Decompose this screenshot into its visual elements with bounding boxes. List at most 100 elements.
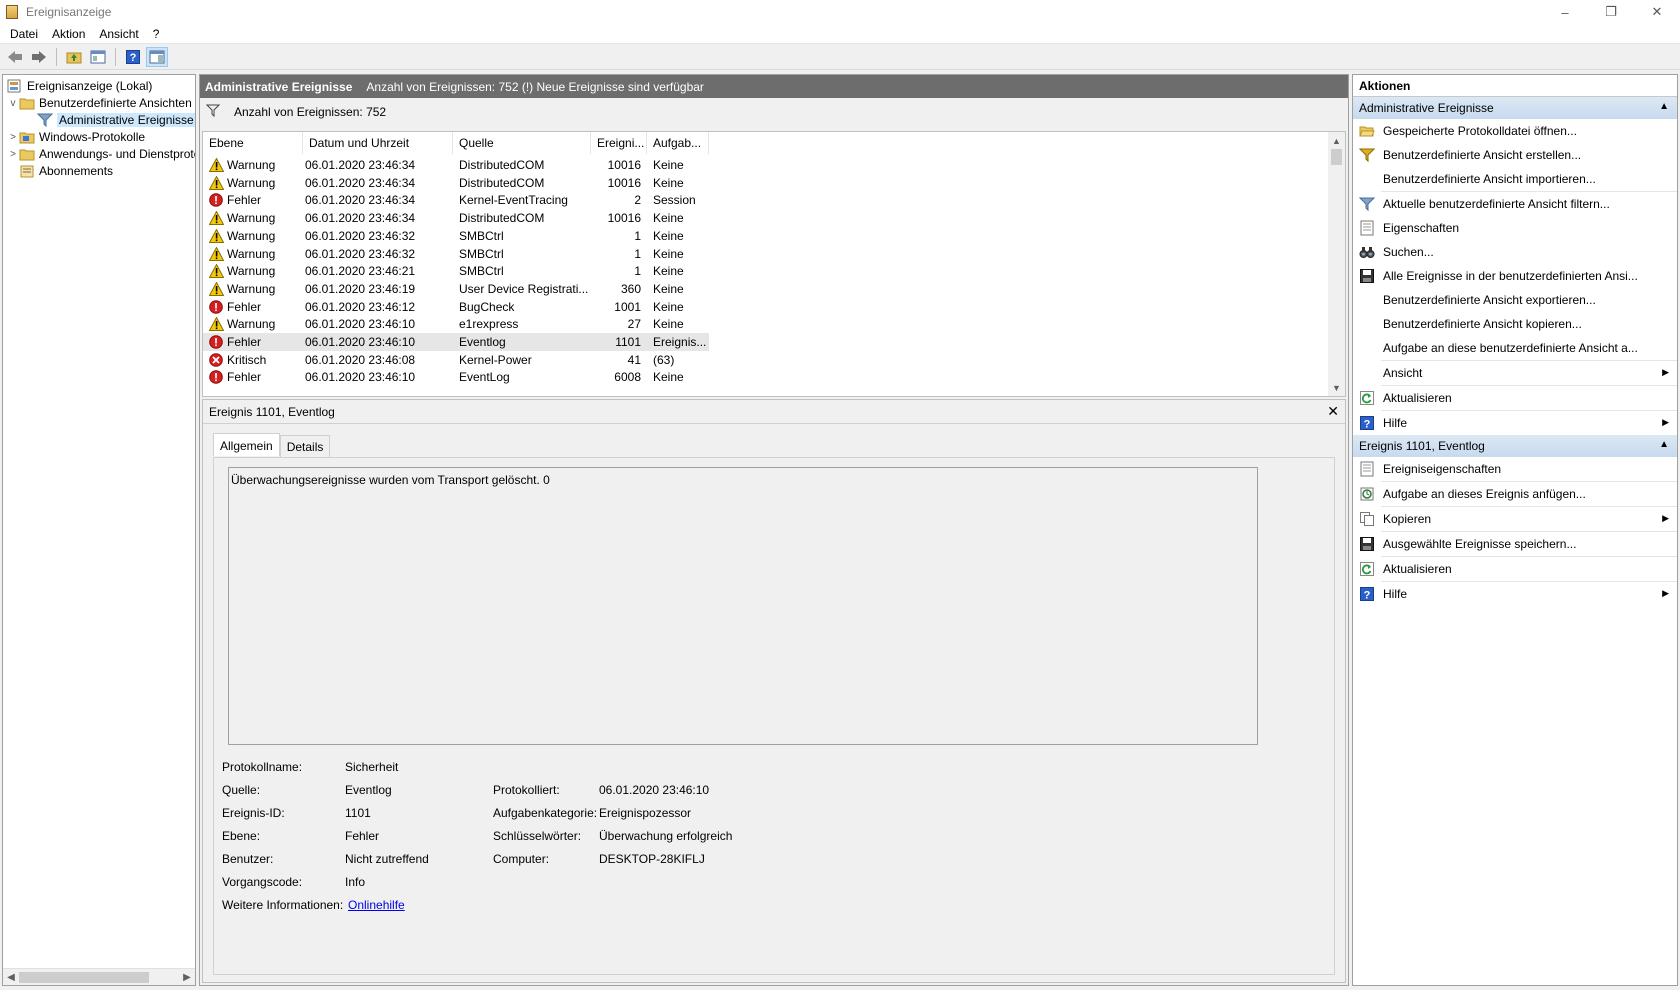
table-row[interactable]: Fehler 06.01.2020 23:46:34 Kernel-EventTra… [203,191,709,209]
event-description[interactable]: Überwachungsereignisse wurden vom Transp… [228,467,1258,745]
action-item-label: Benutzerdefinierte Ansicht erstellen... [1383,148,1582,162]
tree-horizontal-scrollbar[interactable]: ◀ ▶ [3,968,195,985]
scroll-down-icon[interactable]: ▼ [1328,379,1345,396]
online-help-link[interactable]: Onlinehilfe [348,898,405,912]
table-row[interactable]: Kritisch 06.01.2020 23:46:08 Kernel-Power 4… [203,351,709,369]
action-item[interactable]: Aufgabe an dieses Ereignis anfügen... [1353,482,1677,506]
action-item[interactable]: Benutzerdefinierte Ansicht importieren..… [1353,167,1677,191]
action-item[interactable]: Gespeicherte Protokolldatei öffnen... [1353,119,1677,143]
tab-allgemein[interactable]: Allgemein [213,433,280,456]
scroll-right-icon[interactable]: ▶ [179,969,195,985]
restore-button[interactable]: ❐ [1588,0,1634,24]
console-tree[interactable]: Ereignisanzeige (Lokal) v Benutzerdefini… [2,74,196,986]
save-icon [1359,536,1375,552]
tree-item-app-service-logs[interactable]: > Anwendungs- und Dienstprotokolle [7,145,195,163]
tree-item-custom-views[interactable]: v Benutzerdefinierte Ansichten [7,94,192,112]
actions-section-event[interactable]: Ereignis 1101, Eventlog ▲ [1353,435,1677,457]
help-icon[interactable]: ? [122,47,144,67]
action-item[interactable]: Aktualisieren [1353,386,1677,410]
chevron-down-icon[interactable]: v [7,98,19,109]
table-row[interactable]: Warnung 06.01.2020 23:46:34 DistributedCOM… [203,209,709,227]
scrollbar-thumb[interactable] [19,972,149,983]
actions-section-admin-events[interactable]: Administrative Ereignisse ▲ [1353,97,1677,119]
tree-item-windows-logs[interactable]: > Windows-Protokolle [7,128,145,146]
scrollbar-thumb[interactable] [1331,149,1342,165]
action-item[interactable]: Ereigniseigenschaften [1353,457,1677,481]
tree-item-subscriptions[interactable]: Abonnements [19,162,113,180]
scroll-up-icon[interactable]: ▲ [1328,132,1345,149]
action-item[interactable]: ? Hilfe ▶ [1353,411,1677,435]
table-row[interactable]: Warnung 06.01.2020 23:46:34 DistributedCOM… [203,156,709,174]
table-row[interactable]: Warnung 06.01.2020 23:46:32 SMBCtrl 1 Keine [203,245,709,263]
prop-value-log-name: Sicherheit [345,760,399,774]
action-item[interactable]: Alle Ereignisse in der benutzerdefiniert… [1353,264,1677,288]
cell-event-id: 1 [634,246,641,261]
close-icon[interactable]: ✕ [1327,403,1339,420]
action-item[interactable]: Benutzerdefinierte Ansicht exportieren..… [1353,288,1677,312]
tree-item-label: Ereignisanzeige (Lokal) [27,79,153,93]
action-item[interactable]: Kopieren ▶ [1353,507,1677,531]
action-item[interactable]: Ausgewählte Ereignisse speichern... [1353,532,1677,556]
show-hide-action-pane-icon[interactable] [146,47,168,67]
cell-source: SMBCtrl [459,228,504,243]
column-header-date[interactable]: Datum und Uhrzeit [303,132,453,154]
up-folder-icon[interactable] [63,47,85,67]
warning-icon [208,281,225,296]
cell-source: EventLog [459,370,510,385]
tree-item-root[interactable]: Ereignisanzeige (Lokal) [7,77,152,95]
action-item[interactable]: Aufgabe an diese benutzerdefinierte Ansi… [1353,336,1677,360]
action-item[interactable]: Benutzerdefinierte Ansicht erstellen... [1353,143,1677,167]
chevron-right-icon[interactable]: > [7,132,19,143]
column-header-level[interactable]: Ebene [203,132,303,154]
minimize-button[interactable]: – [1542,0,1588,24]
action-item[interactable]: Aktualisieren [1353,557,1677,581]
tab-details[interactable]: Details [279,435,331,457]
table-row[interactable]: Fehler 06.01.2020 23:46:10 EventLog 6008 Kei… [203,368,709,386]
forward-arrow-icon[interactable] [28,47,50,67]
action-item[interactable]: Benutzerdefinierte Ansicht kopieren... [1353,312,1677,336]
table-row[interactable]: Fehler 06.01.2020 23:46:12 BugCheck 1001 Kei… [203,298,709,316]
event-list-vertical-scrollbar[interactable]: ▲ ▼ [1328,132,1345,396]
cell-source: DistributedCOM [459,211,545,226]
error-icon [209,299,224,314]
chevron-right-icon[interactable]: > [7,149,19,160]
collapse-up-icon[interactable]: ▲ [1659,101,1669,112]
action-item-label: Benutzerdefinierte Ansicht kopieren... [1383,317,1582,331]
event-detail-header: Ereignis 1101, Eventlog [203,400,1345,424]
actions-section-title: Ereignis 1101, Eventlog [1359,439,1485,453]
prop-label-log-name: Protokollname: [222,760,303,774]
back-arrow-icon[interactable] [4,47,26,67]
menu-ansicht[interactable]: Ansicht [92,27,145,41]
table-row[interactable]: Warnung 06.01.2020 23:46:32 SMBCtrl 1 Keine [203,227,709,245]
table-row[interactable]: Warnung 06.01.2020 23:46:21 SMBCtrl 1 Keine [203,262,709,280]
table-row[interactable]: Warnung 06.01.2020 23:46:10 e1rexpress 27 Ke… [203,315,709,333]
column-header-event-id[interactable]: Ereigni... [591,132,647,154]
close-button[interactable]: ✕ [1634,0,1680,24]
show-hide-tree-icon[interactable] [87,47,109,67]
column-header-task[interactable]: Aufgab... [647,132,709,154]
properties-icon [1359,461,1375,477]
event-viewer-app-icon [6,5,18,19]
action-item[interactable]: Ansicht ▶ [1353,361,1677,385]
refresh-icon [1359,561,1375,577]
table-row[interactable]: Fehler 06.01.2020 23:46:10 Eventlog 1101 Ere… [203,333,709,351]
error-icon [209,193,224,208]
table-row[interactable]: Warnung 06.01.2020 23:46:19 User Device Re… [203,280,709,298]
action-item[interactable]: Eigenschaften [1353,216,1677,240]
action-item[interactable]: ? Hilfe ▶ [1353,582,1677,606]
collapse-up-icon[interactable]: ▲ [1659,439,1669,450]
menu-aktion[interactable]: Aktion [45,27,92,41]
cell-level-text: Warnung [227,317,276,332]
cell-level-text: Kritisch [227,352,267,367]
table-row[interactable]: Warnung 06.01.2020 23:46:34 DistributedCOM… [203,174,709,192]
action-item-label: Ausgewählte Ereignisse speichern... [1383,537,1577,551]
event-list[interactable]: Ebene Datum und Uhrzeit Quelle Ereigni..… [202,131,1346,397]
action-item[interactable]: Aktuelle benutzerdefinierte Ansicht filt… [1353,192,1677,216]
menu-bar: Datei Aktion Ansicht ? [0,24,1680,44]
tree-item-admin-events[interactable]: Administrative Ereignisse [36,111,195,129]
menu-datei[interactable]: Datei [3,27,45,41]
action-item[interactable]: Suchen... [1353,240,1677,264]
menu-help[interactable]: ? [146,27,167,41]
scroll-left-icon[interactable]: ◀ [3,969,19,985]
column-header-source[interactable]: Quelle [453,132,591,154]
